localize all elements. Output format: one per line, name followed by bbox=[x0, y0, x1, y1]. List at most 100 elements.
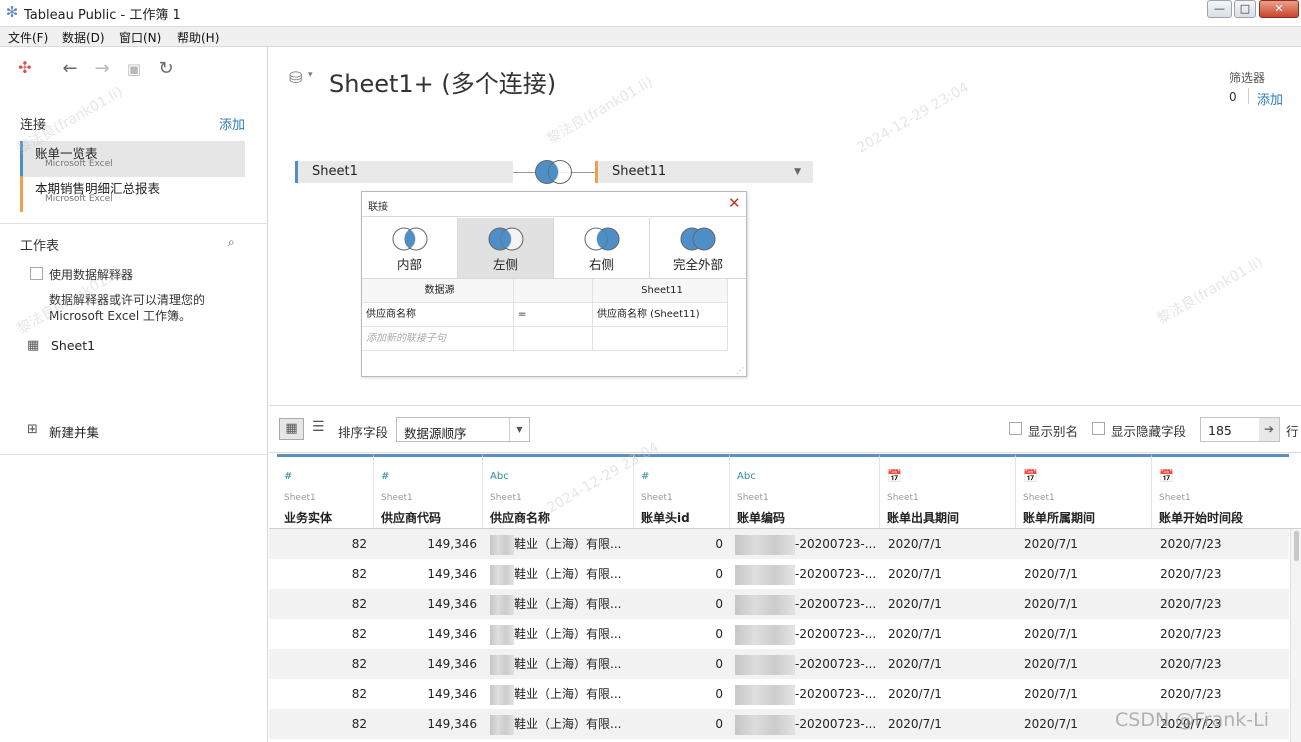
resize-grip-icon[interactable]: ⋰ bbox=[736, 366, 744, 375]
column-header[interactable]: 📅 Sheet1 账单出具期间 bbox=[880, 454, 1016, 528]
column-header[interactable]: # Sheet1 业务实体 bbox=[277, 454, 374, 528]
data-interpreter-checkbox[interactable] bbox=[30, 267, 43, 280]
cell-supplier-name: 鞋业（上海）有限... bbox=[514, 717, 622, 731]
column-source: Sheet1 bbox=[284, 493, 316, 503]
forward-arrow-icon[interactable]: → bbox=[92, 59, 112, 79]
close-window-button[interactable]: ✕ bbox=[1259, 0, 1299, 18]
number-type-icon[interactable]: # bbox=[381, 471, 389, 482]
join-clause-left-field[interactable]: 供应商名称 bbox=[362, 303, 514, 327]
column-header[interactable]: 📅 Sheet1 账单开始时间段 bbox=[1152, 454, 1289, 528]
table-row[interactable]: 82 149,346 鞋业（上海）有限... 0 -20200723-... 2… bbox=[269, 589, 1289, 619]
table-row[interactable]: 82 149,346 鞋业（上海）有限... 0 -20200723-... 2… bbox=[269, 529, 1289, 559]
cell-belong-period: 2020/7/1 bbox=[1024, 687, 1078, 701]
back-arrow-icon[interactable]: ← bbox=[60, 59, 80, 79]
right-table-pill[interactable]: Sheet11 ▼ bbox=[595, 161, 813, 183]
scrollbar-thumb[interactable] bbox=[1294, 531, 1299, 561]
grid-view-icon[interactable]: ▦ bbox=[279, 418, 304, 440]
join-header-op bbox=[514, 279, 593, 303]
join-type-right[interactable]: 右侧 bbox=[554, 218, 650, 278]
column-header[interactable]: 📅 Sheet1 账单所属期间 bbox=[1016, 454, 1152, 528]
divider bbox=[0, 454, 267, 455]
join-type-full-outer[interactable]: 完全外部 bbox=[650, 218, 746, 278]
string-type-icon[interactable]: Abc bbox=[737, 471, 756, 482]
left-join-venn-icon bbox=[488, 227, 524, 251]
number-type-icon[interactable]: # bbox=[641, 471, 649, 482]
list-view-icon[interactable]: ☰ bbox=[312, 419, 325, 435]
table-row[interactable]: 82 149,346 鞋业（上海）有限... 0 -20200723-... 2… bbox=[269, 679, 1289, 709]
redacted-block bbox=[735, 655, 795, 675]
page-title[interactable]: Sheet1+ (多个连接) bbox=[329, 64, 556, 99]
empty-cell bbox=[514, 327, 593, 351]
cell-supplier-name: 鞋业（上海）有限... bbox=[514, 657, 622, 671]
table-row[interactable]: 82 149,346 鞋业（上海）有限... 0 -20200723-... 2… bbox=[269, 619, 1289, 649]
join-clause-right-field[interactable]: 供应商名称 (Sheet11) bbox=[593, 303, 728, 327]
left-table-pill[interactable]: Sheet1 bbox=[295, 161, 513, 183]
calendar-icon[interactable]: 📅 bbox=[1159, 469, 1174, 483]
grid-toolbar: ▦ ☰ 排序字段 数据源顺序 ▼ 显示别名 显示隐藏字段 185 ➔ 行 bbox=[269, 405, 1301, 453]
cell-bill-header-id: 0 bbox=[715, 627, 723, 641]
show-hidden-fields-checkbox[interactable] bbox=[1092, 422, 1105, 435]
arrow-right-icon[interactable]: ➔ bbox=[1259, 418, 1279, 441]
refresh-icon[interactable]: ↻ bbox=[156, 59, 176, 79]
join-type-label: 完全外部 bbox=[672, 257, 723, 272]
cell-belong-period: 2020/7/1 bbox=[1024, 657, 1078, 671]
minimize-button[interactable]: — bbox=[1207, 0, 1232, 18]
connection-item-bill-list[interactable]: 账单一览表 Microsoft Excel bbox=[20, 141, 245, 177]
row-count-input[interactable]: 185 ➔ bbox=[1200, 417, 1280, 442]
number-type-icon[interactable]: # bbox=[284, 471, 292, 482]
cell-start-period: 2020/7/23 bbox=[1160, 537, 1222, 551]
column-header[interactable]: Abc Sheet1 供应商名称 bbox=[483, 454, 634, 528]
menu-data[interactable]: 数据(D) bbox=[62, 29, 105, 46]
column-name: 账单所属期间 bbox=[1023, 511, 1096, 525]
vertical-scrollbar[interactable] bbox=[1290, 529, 1301, 742]
redacted-block bbox=[490, 595, 514, 615]
add-filter-link[interactable]: 添加 bbox=[1257, 89, 1283, 108]
cell-supplier-code: 149,346 bbox=[427, 567, 477, 581]
chevron-down-icon[interactable]: ▾ bbox=[308, 70, 313, 80]
search-icon[interactable]: ⌕ bbox=[228, 235, 235, 250]
full-outer-join-venn-icon bbox=[680, 227, 716, 251]
save-icon[interactable]: ▣ bbox=[124, 59, 144, 79]
show-alias-checkbox[interactable] bbox=[1009, 422, 1022, 435]
join-type-left[interactable]: 左侧 bbox=[458, 218, 554, 278]
cell-bill-header-id: 0 bbox=[715, 717, 723, 731]
column-header[interactable]: Abc Sheet1 账单编码 bbox=[730, 454, 880, 528]
cell-belong-period: 2020/7/1 bbox=[1024, 627, 1078, 641]
menu-help[interactable]: 帮助(H) bbox=[177, 29, 219, 46]
cell-business-entity: 82 bbox=[351, 687, 367, 701]
cell-issue-period: 2020/7/1 bbox=[888, 657, 942, 671]
datasource-cylinder-icon[interactable]: ⛁ bbox=[289, 68, 302, 87]
join-dialog-header: 联接 ✕ bbox=[362, 192, 746, 217]
menu-window[interactable]: 窗口(N) bbox=[119, 29, 161, 46]
maximize-button[interactable]: □ bbox=[1234, 0, 1256, 18]
column-name: 账单出具期间 bbox=[887, 511, 960, 525]
column-name: 账单开始时间段 bbox=[1159, 511, 1244, 525]
cell-bill-header-id: 0 bbox=[715, 537, 723, 551]
sheet-item-sheet1[interactable]: Sheet1 bbox=[51, 338, 95, 353]
menu-bar: 文件(F) 数据(D) 窗口(N) 帮助(H) bbox=[0, 27, 1301, 47]
sort-field-select[interactable]: 数据源顺序 ▼ bbox=[396, 417, 530, 442]
sheet-table-icon: ▦ bbox=[27, 338, 40, 353]
join-clause-operator[interactable]: = bbox=[514, 303, 593, 327]
calendar-icon[interactable]: 📅 bbox=[1023, 469, 1038, 483]
string-type-icon[interactable]: Abc bbox=[490, 471, 509, 482]
add-join-clause[interactable]: 添加新的联接子句 bbox=[362, 327, 514, 351]
join-type-inner[interactable]: 内部 bbox=[362, 218, 458, 278]
add-connection-link[interactable]: 添加 bbox=[219, 114, 245, 133]
left-join-venn-icon[interactable] bbox=[533, 158, 575, 186]
tableau-logo-icon[interactable]: ✣ bbox=[15, 58, 35, 78]
connection-item-sales-report[interactable]: 本期销售明细汇总报表 Microsoft Excel bbox=[20, 176, 245, 212]
cell-supplier-code: 149,346 bbox=[427, 597, 477, 611]
table-row[interactable]: 82 149,346 鞋业（上海）有限... 0 -20200723-... 2… bbox=[269, 559, 1289, 589]
redacted-block bbox=[490, 655, 514, 675]
cell-start-period: 2020/7/23 bbox=[1160, 657, 1222, 671]
column-header[interactable]: # Sheet1 账单头id bbox=[634, 454, 730, 528]
new-union-button[interactable]: 新建并集 bbox=[49, 422, 99, 441]
close-icon[interactable]: ✕ bbox=[728, 194, 741, 212]
cell-issue-period: 2020/7/1 bbox=[888, 687, 942, 701]
chevron-down-icon[interactable]: ▼ bbox=[794, 161, 801, 183]
column-header[interactable]: # Sheet1 供应商代码 bbox=[374, 454, 483, 528]
table-row[interactable]: 82 149,346 鞋业（上海）有限... 0 -20200723-... 2… bbox=[269, 649, 1289, 679]
calendar-icon[interactable]: 📅 bbox=[887, 469, 902, 483]
menu-file[interactable]: 文件(F) bbox=[8, 29, 48, 46]
